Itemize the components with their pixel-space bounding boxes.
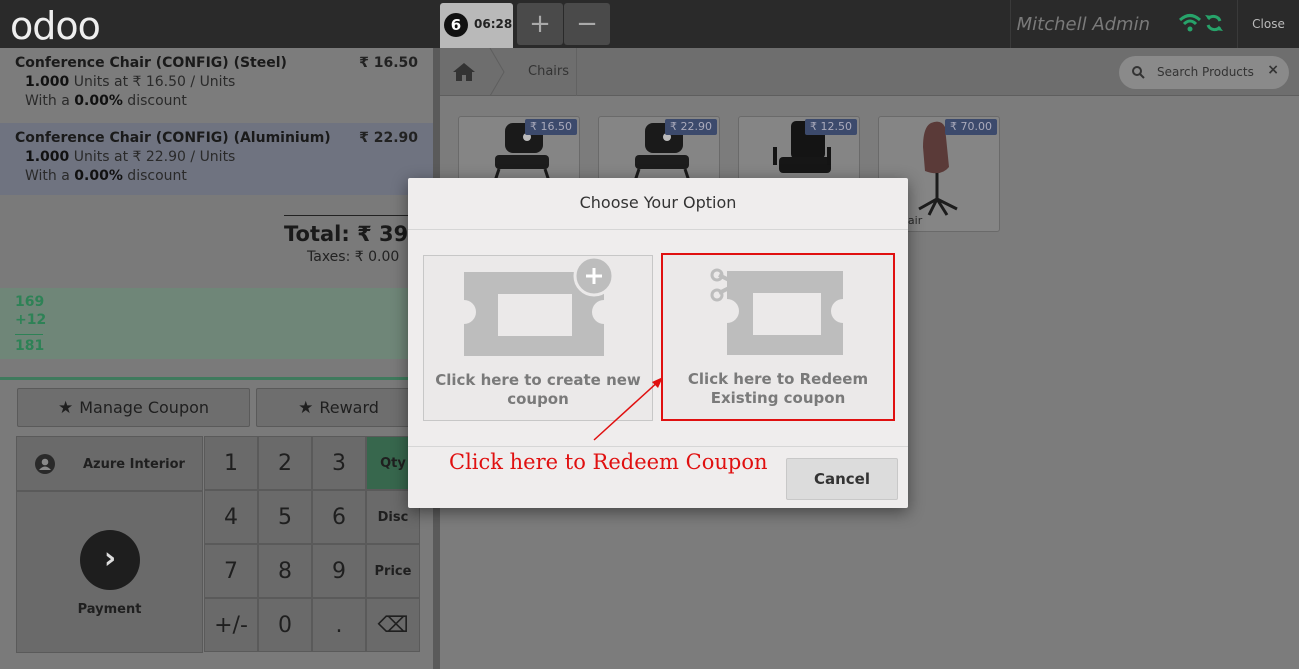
redeem-coupon-line2: Existing coupon xyxy=(710,389,846,407)
order-line-qty: 1.000 Units at ₹ 22.90 / Units xyxy=(25,149,433,165)
home-icon[interactable] xyxy=(452,62,476,82)
reward-button[interactable]: ★ Reward xyxy=(256,388,421,427)
product-price-tag: ₹ 70.00 xyxy=(945,119,997,135)
breadcrumb-separator xyxy=(489,48,505,96)
order-line-qty: 1.000 Units at ₹ 16.50 / Units xyxy=(25,74,433,90)
numpad-key-8[interactable]: 8 xyxy=(258,544,312,598)
mode-price-button[interactable]: Price xyxy=(366,544,420,598)
points-current: 169 xyxy=(15,294,45,310)
discount-suffix: discount xyxy=(122,93,187,109)
order-number: 6 xyxy=(444,13,468,37)
redeem-coupon-option[interactable]: Click here to Redeem Existing coupon xyxy=(661,253,895,421)
annotation-arrow-icon xyxy=(593,377,663,441)
search-placeholder: Search Products xyxy=(1157,65,1254,79)
order-tab[interactable]: 6 06:28 xyxy=(440,3,513,48)
redeem-coupon-line1: Click here to Redeem xyxy=(687,370,869,388)
qty-value: 1.000 xyxy=(25,149,70,165)
manage-coupon-button[interactable]: ★ Manage Coupon xyxy=(17,388,250,427)
numpad-key-dot[interactable]: . xyxy=(312,598,366,652)
numpad-key-0[interactable]: 0 xyxy=(258,598,312,652)
order-taxes: Taxes: ₹ 0.00 xyxy=(307,249,400,265)
payment-label: Payment xyxy=(77,602,142,617)
cancel-button[interactable]: Cancel xyxy=(786,458,898,500)
product-price-tag: ₹ 16.50 xyxy=(525,119,577,135)
points-won: +12 xyxy=(15,312,47,328)
order-line-price: ₹ 16.50 xyxy=(359,55,418,71)
remove-order-button[interactable]: − xyxy=(564,3,610,45)
order-line[interactable]: Conference Chair (CONFIG) (Steel) ₹ 16.5… xyxy=(0,48,433,123)
top-bar: odoo 6 06:28 + − Mitchell Admin Close xyxy=(0,0,1299,48)
wifi-icon xyxy=(1178,14,1202,32)
numpad-key-2[interactable]: 2 xyxy=(258,436,312,490)
order-line-selected[interactable]: Conference Chair (CONFIG) (Aluminium) ₹ … xyxy=(0,123,433,195)
numpad-key-7[interactable]: 7 xyxy=(204,544,258,598)
discount-prefix: With a xyxy=(25,168,75,184)
add-order-button[interactable]: + xyxy=(517,3,563,45)
discount-value: 0.00% xyxy=(74,93,123,109)
star-icon: ★ xyxy=(57,398,74,418)
numpad-key-4[interactable]: 4 xyxy=(204,490,258,544)
breadcrumb: Chairs Search Products × xyxy=(440,48,1299,96)
close-button[interactable]: Close xyxy=(1237,0,1299,48)
user-name[interactable]: Mitchell Admin xyxy=(1010,0,1160,48)
dialog-title: Choose Your Option xyxy=(408,178,908,230)
status-indicators xyxy=(1170,12,1230,36)
numpad-key-5[interactable]: 5 xyxy=(258,490,312,544)
customer-button[interactable]: Azure Interior xyxy=(16,436,203,491)
order-line-price: ₹ 22.90 xyxy=(359,130,418,146)
backspace-icon[interactable]: ⌫ xyxy=(366,598,420,652)
divider xyxy=(0,377,433,380)
numpad: Azure Interior › Payment 1 2 3 Qty 4 5 6… xyxy=(16,436,421,653)
clear-search-icon[interactable]: × xyxy=(1267,62,1279,78)
redeem-coupon-label: Click here to Redeem Existing coupon xyxy=(663,370,893,408)
qty-value: 1.000 xyxy=(25,74,70,90)
discount-value: 0.00% xyxy=(74,168,123,184)
payment-button[interactable]: › Payment xyxy=(16,491,203,653)
numpad-key-1[interactable]: 1 xyxy=(204,436,258,490)
numpad-key-6[interactable]: 6 xyxy=(312,490,366,544)
unit-text: Units at ₹ 22.90 / Units xyxy=(69,149,236,165)
numpad-key-plus-minus[interactable]: +/- xyxy=(204,598,258,652)
points-divider xyxy=(15,334,43,335)
chevron-right-icon: › xyxy=(80,530,140,590)
sync-icon[interactable] xyxy=(1204,13,1224,33)
coupon-add-icon xyxy=(464,256,615,356)
product-price-tag: ₹ 22.90 xyxy=(665,119,717,135)
star-icon: ★ xyxy=(298,398,314,418)
customer-name: Azure Interior xyxy=(83,457,185,472)
breadcrumb-category[interactable]: Chairs xyxy=(528,64,569,79)
odoo-logo: odoo xyxy=(10,4,101,48)
coupon-scissors-icon xyxy=(710,268,843,355)
reward-label: Reward xyxy=(319,398,379,417)
search-icon xyxy=(1132,66,1145,79)
dialog-footer-divider xyxy=(408,446,908,447)
order-line-discount: With a 0.00% discount xyxy=(25,168,433,184)
choose-option-dialog: Choose Your Option Click here to create … xyxy=(408,178,908,508)
annotation-text: Click here to Redeem Coupon xyxy=(449,450,768,474)
numpad-key-9[interactable]: 9 xyxy=(312,544,366,598)
order-time: 06:28 xyxy=(474,17,513,31)
numpad-key-3[interactable]: 3 xyxy=(312,436,366,490)
breadcrumb-divider xyxy=(576,48,577,96)
unit-text: Units at ₹ 16.50 / Units xyxy=(69,74,236,90)
loyalty-points: 169 +12 181 xyxy=(0,288,433,359)
order-pane: Conference Chair (CONFIG) (Steel) ₹ 16.5… xyxy=(0,48,445,669)
order-line-discount: With a 0.00% discount xyxy=(25,93,433,109)
search-input[interactable]: Search Products × xyxy=(1119,56,1289,89)
manage-coupon-label: Manage Coupon xyxy=(79,398,210,417)
discount-prefix: With a xyxy=(25,93,75,109)
discount-suffix: discount xyxy=(122,168,187,184)
points-total: 181 xyxy=(15,338,45,354)
user-icon xyxy=(35,454,55,474)
product-price-tag: ₹ 12.50 xyxy=(805,119,857,135)
